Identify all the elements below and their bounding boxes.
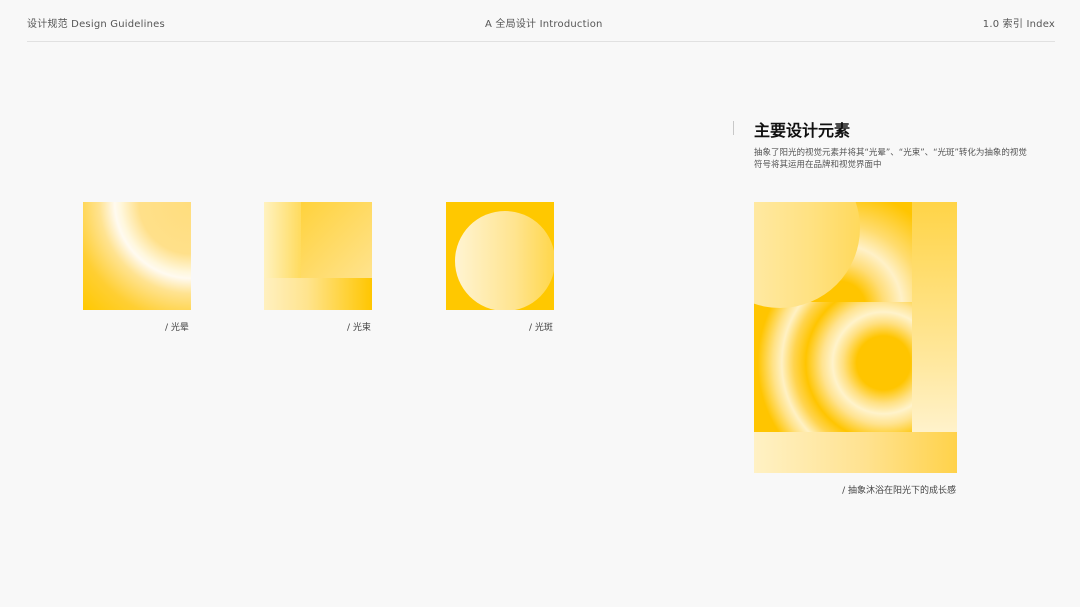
beam-caption: / 光束 (347, 323, 371, 333)
beam-swatch (264, 202, 372, 310)
poster-spot-circle (754, 202, 860, 308)
section-title: 主要设计元素 (754, 121, 851, 140)
beam-panel-right (301, 202, 372, 278)
beam-panel-bottom (264, 278, 372, 310)
spot-disc (455, 211, 554, 310)
composite-poster (754, 202, 957, 473)
poster-caption: / 抽象沐浴在阳光下的成长感 (842, 486, 956, 496)
header-index-label: 1.0 索引 Index (982, 19, 1055, 30)
header-divider (27, 41, 1055, 42)
header-section-title: A 全局设计 Introduction (485, 19, 603, 30)
header-doc-title: 设计规范 Design Guidelines (27, 19, 165, 30)
section-marker (733, 121, 734, 135)
spot-caption: / 光斑 (529, 323, 553, 333)
section-description: 抽象了阳光的视觉元素并将其“光晕”、“光束”、“光斑”转化为抽象的视觉符号将其运… (754, 148, 1027, 170)
poster-beam-right (912, 202, 957, 432)
poster-beam-bottom (754, 432, 957, 473)
poster-rings (754, 302, 912, 432)
spot-swatch (446, 202, 554, 310)
halo-swatch (83, 202, 191, 310)
beam-panel-left (264, 202, 301, 278)
halo-caption: / 光晕 (165, 323, 189, 333)
